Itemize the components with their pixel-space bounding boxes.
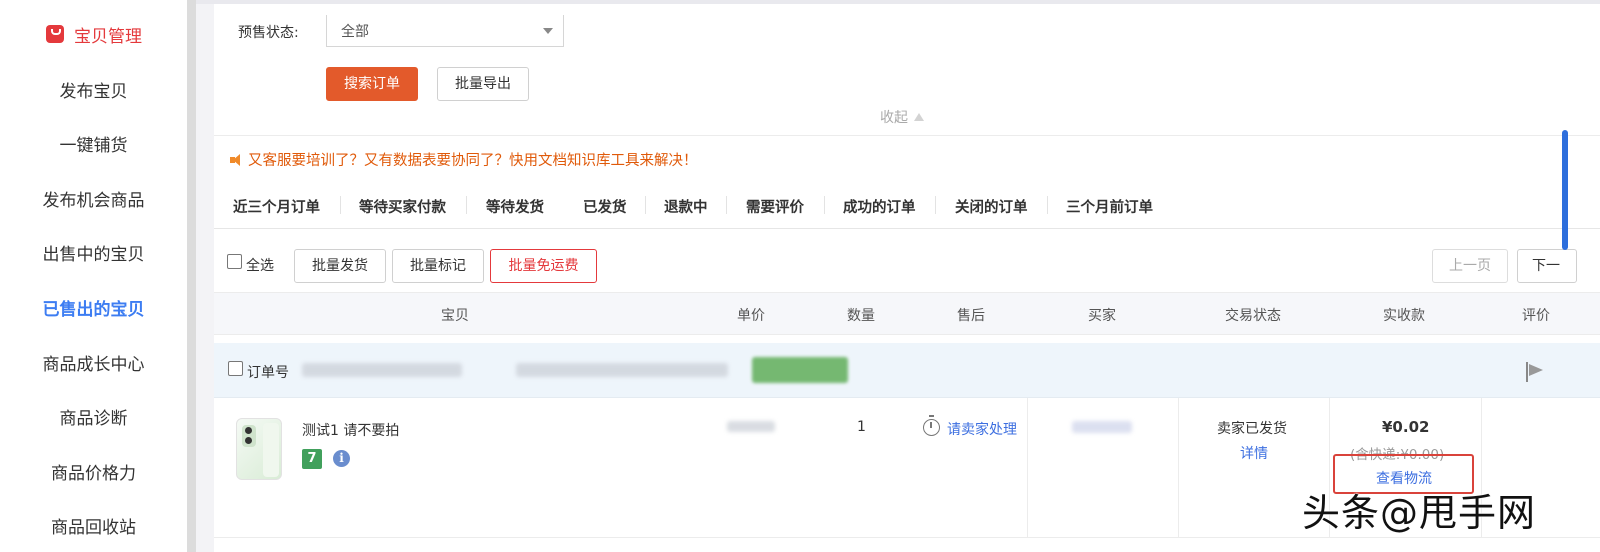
filter-divider	[214, 135, 1600, 136]
tab-closed[interactable]: 关闭的订单	[955, 196, 1028, 230]
select-all-label: 全选	[246, 258, 274, 274]
column-header-price: 单价	[737, 308, 765, 324]
tab-separator	[1047, 196, 1048, 214]
sidebar-item-opportunity-products[interactable]: 发布机会商品	[0, 189, 187, 213]
sidebar-item-recycle-bin[interactable]: 商品回收站	[0, 516, 187, 540]
order-number-label: 订单号	[247, 365, 289, 381]
sidebar-scrollbar[interactable]	[187, 0, 196, 552]
tab-separator	[645, 196, 646, 214]
sidebar-item-publish[interactable]: 发布宝贝	[0, 80, 187, 104]
redacted-order-time	[516, 363, 728, 377]
sidebar-item-sold[interactable]: 已售出的宝贝	[0, 298, 187, 322]
sidebar-section-title: 宝贝管理	[74, 26, 142, 47]
tab-awaiting-payment[interactable]: 等待买家付款	[359, 196, 446, 230]
tab-separator	[340, 196, 341, 214]
next-page-button[interactable]: 下一	[1517, 249, 1577, 283]
tab-successful[interactable]: 成功的订单	[843, 196, 916, 230]
camera-detail	[242, 425, 256, 447]
column-divider	[1178, 398, 1179, 538]
column-header-item: 宝贝	[441, 308, 469, 324]
column-divider	[1027, 398, 1028, 538]
order-detail-link[interactable]: 详情	[1240, 443, 1268, 463]
select-all-checkbox[interactable]	[227, 254, 242, 269]
stopwatch-icon	[923, 415, 940, 436]
product-thumbnail[interactable]	[236, 418, 282, 480]
column-header-buyer: 买家	[1088, 308, 1116, 324]
column-header-quantity: 数量	[847, 308, 875, 324]
shopping-bag-icon	[46, 25, 64, 43]
sidebar-item-diagnosis[interactable]: 商品诊断	[0, 407, 187, 431]
search-orders-button[interactable]: 搜索订单	[326, 67, 418, 101]
tab-recent-three-months[interactable]: 近三个月订单	[233, 196, 320, 230]
batch-ship-button[interactable]: 批量发货	[294, 249, 386, 283]
received-amount: ¥0.02	[1382, 418, 1430, 436]
speaker-icon	[230, 153, 244, 167]
column-header-after-sale: 售后	[957, 308, 985, 324]
column-header-status: 交易状态	[1225, 308, 1281, 324]
chevron-down-icon	[543, 28, 553, 34]
sidebar-item-one-click-listing[interactable]: 一键铺货	[0, 134, 187, 158]
sidebar-item-on-sale[interactable]: 出售中的宝贝	[0, 243, 187, 267]
sidebar-section-product-management[interactable]: 宝贝管理	[46, 22, 142, 47]
right-scrollbar[interactable]	[1562, 130, 1568, 250]
chevron-up-icon	[914, 113, 924, 121]
tab-separator	[726, 196, 727, 214]
order-checkbox[interactable]	[228, 361, 243, 376]
sidebar-item-price-power[interactable]: 商品价格力	[0, 462, 187, 486]
column-header-received: 实收款	[1383, 308, 1425, 324]
tab-separator	[466, 196, 467, 214]
tab-needs-review[interactable]: 需要评价	[746, 196, 804, 230]
redacted-unit-price	[727, 421, 775, 432]
info-icon[interactable]: i	[333, 450, 350, 467]
notice-banner[interactable]: 又客服要培训了？又有数据表要协同了？快用文档知识库工具来解决！	[230, 149, 698, 170]
tab-awaiting-shipment[interactable]: 等待发货	[486, 196, 544, 230]
seven-day-return-badge: 7	[302, 449, 322, 469]
collapse-toggle[interactable]: 收起	[880, 107, 924, 127]
quantity-value: 1	[857, 419, 866, 435]
phone-side-detail	[263, 423, 279, 477]
collapse-label: 收起	[880, 110, 908, 126]
tab-older-than-three-months[interactable]: 三个月前订单	[1066, 196, 1153, 230]
batch-free-shipping-button[interactable]: 批量免运费	[490, 249, 597, 283]
column-header-review: 评价	[1522, 308, 1550, 324]
redacted-buyer-name	[1072, 421, 1132, 433]
tab-separator	[935, 196, 936, 214]
redacted-order-number	[302, 363, 462, 377]
redacted-order-tag	[752, 357, 848, 383]
batch-mark-button[interactable]: 批量标记	[392, 249, 484, 283]
sidebar-item-growth-center[interactable]: 商品成长中心	[0, 353, 187, 377]
product-title-link[interactable]: 测试1 请不要拍	[302, 420, 399, 440]
presale-status-value: 全部	[341, 24, 369, 40]
tab-refunding[interactable]: 退款中	[664, 196, 708, 230]
presale-status-label: 预售状态:	[238, 25, 299, 41]
after-sale-link[interactable]: 请卖家处理	[947, 419, 1017, 439]
presale-status-select[interactable]: 全部	[326, 15, 564, 47]
tab-shipped[interactable]: 已发货	[583, 196, 627, 230]
trade-status-text: 卖家已发货	[1217, 421, 1287, 437]
flag-icon[interactable]	[1526, 362, 1543, 382]
batch-export-button[interactable]: 批量导出	[437, 67, 529, 101]
watermark: 头条@甩手网	[1302, 491, 1537, 535]
notice-text: 又客服要培训了？又有数据表要协同了？快用文档知识库工具来解决！	[248, 153, 698, 169]
tab-separator	[824, 196, 825, 214]
prev-page-button[interactable]: 上一页	[1432, 249, 1508, 283]
